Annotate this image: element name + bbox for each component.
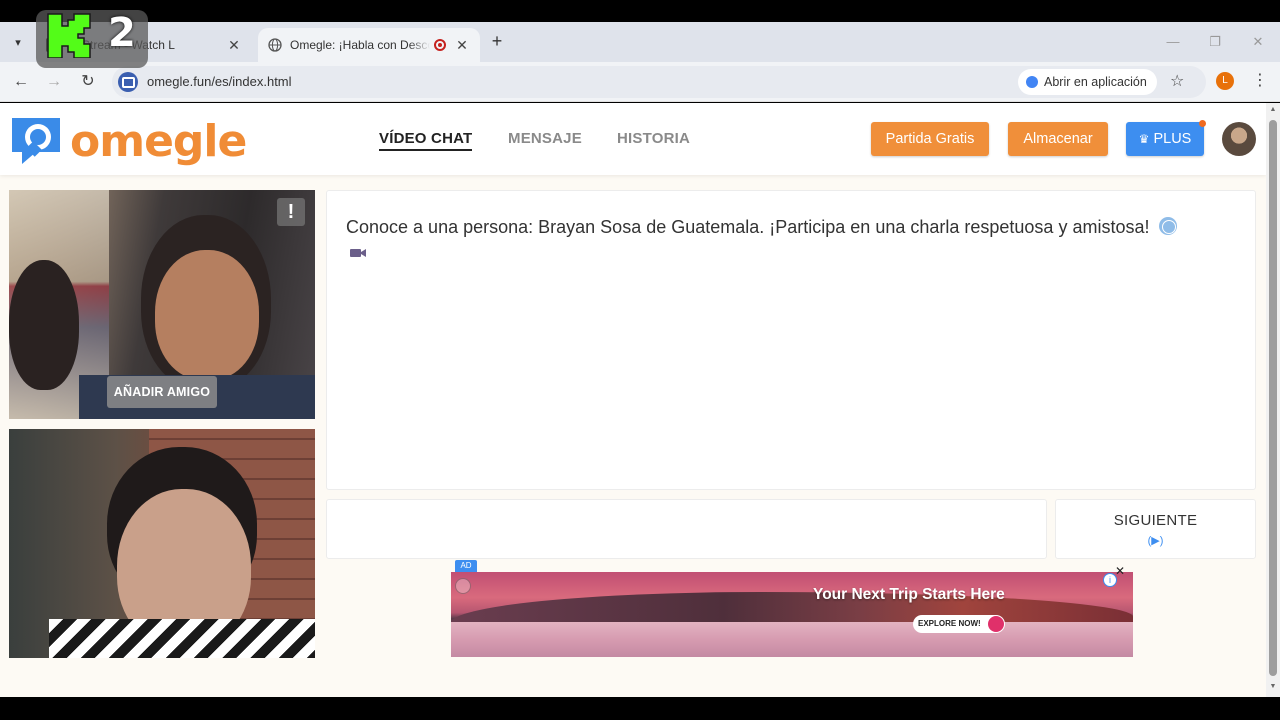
ad-banner[interactable]: Your Next Trip Starts Here EXPLORE NOW!: [451, 572, 1133, 657]
site-camera-icon[interactable]: [118, 72, 138, 92]
chat-input[interactable]: [326, 499, 1047, 559]
scrollbar-thumb[interactable]: [1269, 120, 1277, 676]
open-in-app-label: Abrir en aplicación: [1044, 75, 1147, 89]
watermark-number: 2: [108, 10, 136, 56]
self-jacket: [49, 619, 315, 658]
plus-button[interactable]: ♛ PLUS: [1126, 122, 1204, 156]
chat-bubble-logo-icon: [8, 114, 64, 168]
self-video: [9, 429, 315, 658]
ad-badge: AD: [455, 560, 477, 572]
minimize-icon[interactable]: —: [1163, 32, 1183, 52]
ad-advertiser-logo: [455, 578, 471, 594]
recording-indicator-icon: [434, 39, 446, 51]
stranger-face: [155, 250, 259, 380]
video-camera-icon: [349, 246, 367, 258]
page-scrollbar[interactable]: ▲ ▼: [1266, 103, 1280, 697]
add-friend-button[interactable]: AÑADIR AMIGO: [107, 376, 217, 408]
window-close-icon[interactable]: ✕: [1248, 32, 1268, 52]
open-in-app-button[interactable]: Abrir en aplicación: [1018, 69, 1157, 95]
globe-favicon-icon: [268, 38, 282, 52]
crown-icon: ♛: [1138, 132, 1150, 146]
app-icon: [1026, 76, 1038, 88]
tab-search-chevron-icon[interactable]: ▾: [6, 30, 30, 54]
next-label: SIGUIENTE: [1113, 512, 1198, 529]
ad-cta-label: EXPLORE NOW!: [918, 619, 981, 628]
new-tab-plus-icon[interactable]: +: [487, 31, 507, 51]
next-play-icon: (▶): [1147, 535, 1164, 547]
browser-tab-bar: ▾ tF Stream - Watch L ✕ Omegle: ¡Habla c…: [0, 22, 1280, 62]
plus-label: PLUS: [1153, 131, 1192, 147]
forward-arrow-icon[interactable]: →: [43, 71, 65, 93]
chat-log: Conoce a una persona: Brayan Sosa de Gua…: [326, 190, 1256, 490]
browser-toolbar: ← → ↻ omegle.fun/es/index.html Abrir en …: [0, 62, 1280, 102]
globe-icon: [1158, 217, 1177, 235]
logo-text: omegle: [70, 115, 247, 167]
profile-avatar[interactable]: L: [1216, 72, 1234, 90]
nav-history[interactable]: HISTORIA: [617, 130, 690, 147]
tab-omegle[interactable]: Omegle: ¡Habla con Descon ✕: [258, 28, 480, 62]
screen: ▾ tF Stream - Watch L ✕ Omegle: ¡Habla c…: [0, 0, 1280, 720]
back-arrow-icon[interactable]: ←: [10, 71, 32, 93]
ad-beach: [451, 622, 1133, 657]
notification-dot: [1199, 120, 1206, 127]
person-silhouette: [9, 260, 79, 390]
free-match-button[interactable]: Partida Gratis: [871, 122, 989, 156]
report-button[interactable]: !: [277, 198, 305, 226]
address-bar[interactable]: omegle.fun/es/index.html Abrir en aplica…: [112, 66, 1206, 98]
tab-title: Omegle: ¡Habla con Descon: [290, 38, 430, 52]
kick-logo-icon: [46, 12, 94, 59]
tab-close-icon[interactable]: ✕: [454, 37, 470, 54]
stranger-video: ! AÑADIR AMIGO: [9, 190, 315, 419]
store-button[interactable]: Almacenar: [1008, 122, 1108, 156]
user-avatar[interactable]: [1222, 122, 1256, 156]
restore-icon[interactable]: ❐: [1205, 32, 1225, 52]
reload-icon[interactable]: ↻: [77, 71, 99, 93]
scroll-up-icon[interactable]: ▲: [1269, 106, 1277, 113]
web-page: omegle VÍDEO CHAT MENSAJE HISTORIA Parti…: [0, 103, 1266, 697]
browser-menu-icon[interactable]: ⋮: [1252, 71, 1268, 91]
nav-message[interactable]: MENSAJE: [508, 130, 582, 147]
send-arrow-icon: [987, 616, 1004, 632]
url-text[interactable]: omegle.fun/es/index.html: [147, 74, 292, 89]
ad-headline: Your Next Trip Starts Here: [813, 586, 1005, 603]
system-message-text: Conoce a una persona: Brayan Sosa de Gua…: [346, 217, 1150, 237]
omegle-logo[interactable]: omegle: [8, 113, 247, 169]
ad-hills: [451, 592, 1133, 626]
tab-close-icon[interactable]: ✕: [226, 37, 242, 54]
bookmark-star-icon[interactable]: ☆: [1170, 71, 1184, 91]
next-button[interactable]: SIGUIENTE (▶): [1055, 499, 1256, 559]
ad-close-icon[interactable]: ✕: [1114, 565, 1126, 577]
scroll-down-icon[interactable]: ▼: [1269, 683, 1277, 690]
site-header: omegle VÍDEO CHAT MENSAJE HISTORIA Parti…: [0, 103, 1266, 175]
chat-message: Conoce a una persona: Brayan Sosa de Gua…: [346, 213, 1236, 241]
nav-video-chat[interactable]: VÍDEO CHAT: [379, 130, 473, 151]
ad-explore-button[interactable]: EXPLORE NOW!: [913, 615, 1005, 633]
